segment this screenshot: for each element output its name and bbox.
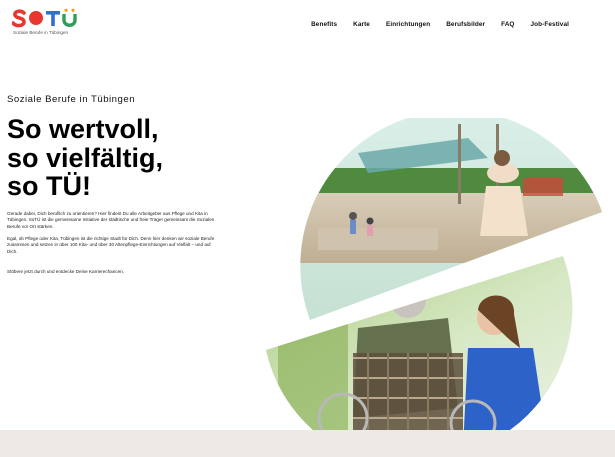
logo-tagline: Soziale Berufe in Tübingen [13,30,69,35]
site-logo[interactable]: Soziale Berufe in Tübingen [12,8,92,42]
nav-item-job-festival[interactable]: Job-Festival [531,21,570,28]
nav-item-einrichtungen[interactable]: Einrichtungen [386,21,430,28]
hero-paragraph-3: Stöbere jetzt durch und entdecke Deine K… [7,269,124,274]
sotu-logo-mark [12,8,77,28]
hero-image-collage [266,118,603,448]
hero-eyebrow: Soziale Berufe in Tübingen [7,94,136,105]
nav-item-faq[interactable]: FAQ [501,21,514,28]
headline-line-2: so vielfältig, [7,142,164,173]
hero-paragraph-2: Egal, ob Pflege oder Kita, Tübingen ist … [7,236,215,254]
site-header: Soziale Berufe in Tübingen Benefits Kart… [0,0,615,50]
hero-headline: So wertvoll, so vielfältig, so TÜ! [7,115,163,201]
nav-item-benefits[interactable]: Benefits [311,21,337,28]
headline-line-3: so TÜ! [7,171,91,201]
nav-item-berufsbilder[interactable]: Berufsbilder [446,21,485,28]
hero-paragraph-1: Gerade dabei, Dich beruflich zu orientie… [7,211,215,229]
headline-line-1: So wertvoll, [7,114,159,144]
nav-item-karte[interactable]: Karte [353,21,370,28]
section-footer-band [0,430,615,457]
main-nav: Benefits Karte Einrichtungen Berufsbilde… [311,21,569,28]
